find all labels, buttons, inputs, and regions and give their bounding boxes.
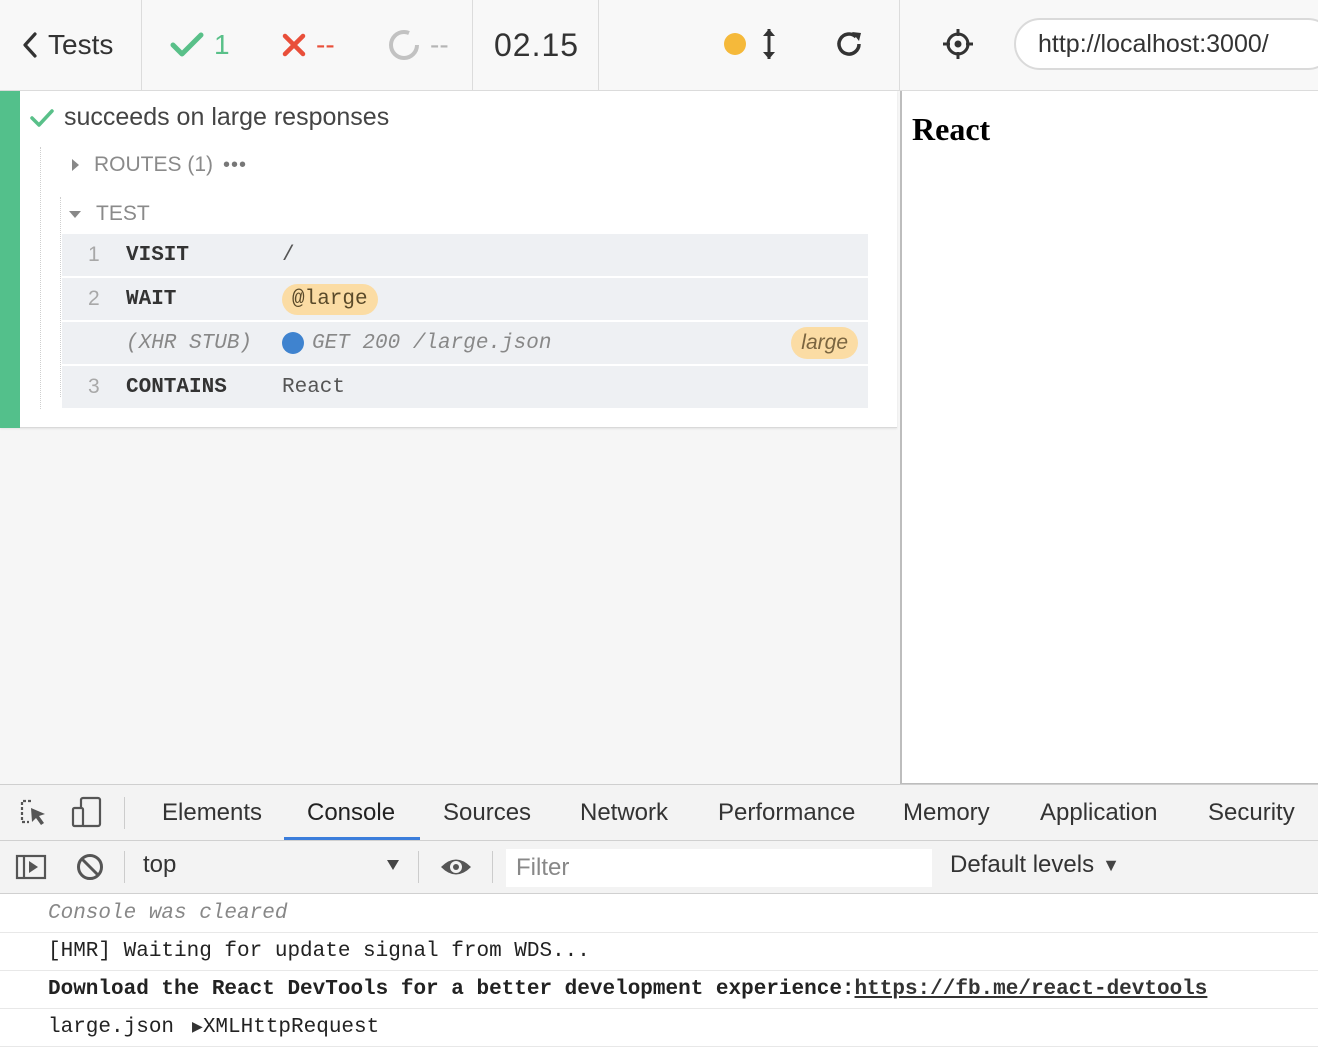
- tab-elements[interactable]: Elements: [162, 785, 262, 840]
- device-toolbar-icon[interactable]: [70, 795, 104, 829]
- command-row-xhr[interactable]: (XHR STUB) GET 200 /large.json large: [62, 322, 868, 366]
- divider: [124, 797, 125, 829]
- duration-timer: 02.15: [494, 26, 580, 63]
- divider: [899, 0, 900, 90]
- caret-down-icon: [69, 211, 81, 218]
- selector-playground-icon[interactable]: [940, 26, 976, 62]
- console-message: Console was cleared: [0, 895, 1318, 933]
- url-text: http://localhost:3000/: [1038, 29, 1269, 58]
- command-message: @large: [282, 283, 378, 315]
- failed-count: --: [282, 0, 335, 90]
- test-section-toggle[interactable]: TEST: [68, 202, 150, 226]
- command-row[interactable]: 2 WAIT @large: [62, 278, 868, 322]
- live-expression-eye-icon[interactable]: [438, 853, 474, 881]
- resize-vertical-icon[interactable]: [758, 26, 780, 62]
- check-icon: [30, 108, 54, 127]
- command-message: /: [282, 243, 295, 267]
- console-toolbar: top Default levels ▼: [0, 841, 1318, 894]
- tab-memory[interactable]: Memory: [903, 785, 990, 840]
- command-number: 1: [88, 243, 100, 266]
- pass-indicator-bar: [0, 91, 20, 428]
- devtools-panel: Elements Console Sources Network Perform…: [0, 784, 1318, 1052]
- tab-application[interactable]: Application: [1040, 785, 1157, 840]
- command-row[interactable]: 1 VISIT /: [62, 234, 868, 278]
- spinner-icon: [389, 30, 419, 60]
- console-message[interactable]: large.json ▶ XMLHttpRequest: [0, 1009, 1318, 1047]
- show-sidebar-icon[interactable]: [14, 852, 48, 882]
- running-status-dot: [724, 33, 746, 55]
- command-name: (XHR STUB): [126, 331, 253, 355]
- command-name: VISIT: [126, 243, 190, 267]
- log-source[interactable]: large.json: [48, 1016, 174, 1039]
- chevron-left-icon: [23, 32, 37, 58]
- command-name: CONTAINS: [126, 375, 227, 399]
- dropdown-arrow-icon[interactable]: [386, 859, 400, 871]
- app-preview-frame: React: [900, 91, 1318, 784]
- command-name: WAIT: [126, 287, 177, 311]
- log-object[interactable]: XMLHttpRequest: [203, 1016, 379, 1039]
- command-row[interactable]: 3 CONTAINS React: [62, 366, 868, 410]
- active-tab-indicator: [284, 837, 420, 840]
- react-devtools-link[interactable]: https://fb.me/react-devtools: [855, 978, 1208, 1001]
- tests-label: Tests: [48, 29, 114, 60]
- tab-sources[interactable]: Sources: [443, 785, 531, 840]
- dropdown-arrow-icon: ▼: [1102, 854, 1120, 875]
- context-select[interactable]: top: [143, 851, 176, 879]
- reporter-panel: succeeds on large responses ROUTES (1) •…: [0, 91, 900, 784]
- divider: [492, 851, 493, 883]
- app-heading: React: [912, 111, 991, 147]
- command-message: React: [282, 375, 346, 399]
- xhr-indicator-dot: [282, 332, 304, 354]
- check-icon: [170, 32, 204, 57]
- divider: [141, 0, 142, 90]
- tree-guide: [60, 197, 61, 397]
- log-levels-dropdown[interactable]: Default levels ▼: [950, 851, 1120, 879]
- pending-count: --: [388, 0, 449, 90]
- alias-badge: large: [791, 327, 858, 359]
- command-message: GET 200 /large.json: [282, 332, 551, 355]
- runner-header: Tests 1 -- -- 02.15 http://localhost:300…: [0, 0, 1318, 91]
- command-number: 3: [88, 375, 100, 398]
- divider: [124, 851, 125, 883]
- rerun-icon[interactable]: [832, 27, 866, 61]
- console-filter-input[interactable]: [506, 849, 932, 887]
- inspect-element-icon[interactable]: [18, 797, 50, 829]
- console-message: Download the React DevTools for a better…: [0, 971, 1318, 1009]
- test-item[interactable]: succeeds on large responses ROUTES (1) •…: [0, 91, 897, 428]
- tab-network[interactable]: Network: [580, 785, 668, 840]
- more-icon[interactable]: •••: [223, 154, 247, 177]
- tab-console[interactable]: Console: [307, 785, 395, 840]
- passed-count: 1: [170, 0, 230, 90]
- test-title[interactable]: succeeds on large responses: [30, 103, 389, 132]
- caret-right-icon: [72, 159, 79, 171]
- routes-section-toggle[interactable]: ROUTES (1) •••: [70, 153, 247, 177]
- tests-back-button[interactable]: Tests: [22, 0, 113, 90]
- divider: [598, 0, 599, 90]
- command-log: 1 VISIT / 2 WAIT @large (XHR STUB) GET 2…: [62, 234, 868, 410]
- devtools-tabbar: Elements Console Sources Network Perform…: [0, 785, 1318, 841]
- tab-performance[interactable]: Performance: [718, 785, 855, 840]
- expand-caret-icon[interactable]: ▶: [192, 1019, 203, 1036]
- console-message: [HMR] Waiting for update signal from WDS…: [0, 933, 1318, 971]
- url-bar[interactable]: http://localhost:3000/: [1014, 18, 1318, 70]
- x-icon: [282, 33, 306, 57]
- divider: [418, 851, 419, 883]
- tree-guide: [40, 147, 41, 409]
- command-number: 2: [88, 287, 100, 310]
- clear-console-icon[interactable]: [74, 851, 106, 883]
- tab-security[interactable]: Security: [1208, 785, 1295, 840]
- divider: [472, 0, 473, 90]
- console-output: Console was cleared [HMR] Waiting for up…: [0, 895, 1318, 1047]
- alias-badge: @large: [282, 283, 378, 315]
